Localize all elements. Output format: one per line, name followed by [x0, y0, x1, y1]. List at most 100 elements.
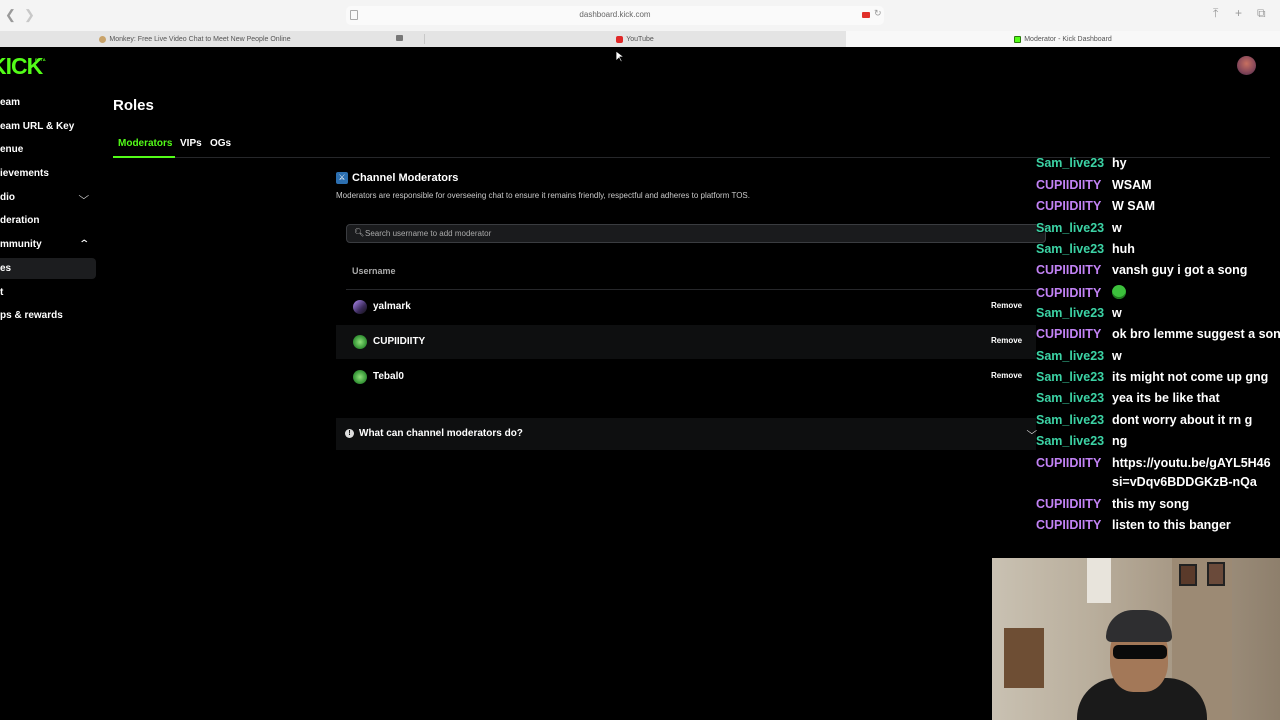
profile-avatar[interactable]	[1237, 56, 1256, 75]
chat-message: CUPIIDIITY vansh guy i got a song	[1036, 263, 1247, 278]
chat-message: Sam_live23 w	[1036, 221, 1122, 236]
chat-username: CUPIIDIITY	[1036, 178, 1102, 192]
chat-text: hy	[1112, 157, 1127, 170]
remove-button[interactable]: Remove	[991, 301, 1022, 310]
chat-text: dont worry about it rn g	[1112, 413, 1253, 427]
tab-bar: Monkey: Free Live Video Chat to Meet New…	[0, 31, 1280, 47]
beta-badge: BETA	[35, 57, 46, 62]
chat-text: listen to this banger	[1112, 518, 1231, 532]
sidebar-item-moderation[interactable]: deration	[0, 215, 39, 227]
moderator-username: yalmark	[373, 301, 411, 312]
remove-button[interactable]: Remove	[991, 371, 1022, 380]
reload-icon[interactable]: ↻	[874, 8, 882, 19]
moderator-username: CUPIIDIITY	[373, 336, 426, 347]
webcam-wall-frame	[1207, 562, 1225, 586]
webcam-shelf	[1004, 628, 1044, 688]
chat-text: si=vDqv6BDDGKzB-nQa	[1112, 475, 1257, 489]
chat-text: w	[1112, 349, 1122, 363]
chevron-down-icon[interactable]: ⌵	[78, 191, 89, 203]
chat-username: Sam_live23	[1036, 306, 1105, 320]
mouse-cursor-icon	[616, 51, 624, 63]
kick-emote-icon	[1112, 285, 1126, 299]
chat-message: Sam_live23 dont worry about it rn g	[1036, 413, 1252, 428]
table-row: CUPIIDIITY Remove	[336, 325, 1036, 359]
forward-arrow-icon[interactable]: ❯	[24, 8, 35, 22]
tab-title: Moderator - Kick Dashboard	[1024, 35, 1112, 43]
chat-message: Sam_live23 w	[1036, 306, 1122, 321]
webcam-feed	[992, 558, 1280, 720]
tab-kick-dashboard[interactable]: Moderator - Kick Dashboard	[846, 31, 1280, 47]
tab-ogs[interactable]: OGs	[210, 138, 231, 149]
avatar	[353, 370, 367, 384]
chat-text: ng	[1112, 434, 1128, 448]
sidebar-item-achievements[interactable]: ievements	[0, 168, 49, 180]
moderator-sword-icon: ⚔	[336, 172, 348, 184]
chat-text: w	[1112, 221, 1122, 235]
tab-moderators[interactable]: Moderators	[118, 138, 172, 149]
faq-accordion[interactable]: ! What can channel moderators do? ⌵	[336, 418, 1037, 450]
tab-vips[interactable]: VIPs	[180, 138, 202, 149]
chat-text: this my song	[1112, 497, 1190, 511]
chat-username: CUPIIDIITY	[1036, 497, 1102, 511]
tab-overview-icon[interactable]: ⧉	[1257, 6, 1266, 20]
chat-username: Sam_live23	[1036, 157, 1105, 170]
tab-title: YouTube	[626, 35, 654, 43]
sidebar-item-roles[interactable]: es	[0, 263, 11, 275]
moderator-search-box[interactable]: 🔍︎	[346, 224, 1046, 243]
webcam-hanging-shirt	[1087, 558, 1111, 603]
chat-text: ok bro lemme suggest a son	[1112, 327, 1280, 341]
chat-text: W SAM	[1112, 199, 1156, 213]
back-arrow-icon[interactable]: ❮	[5, 8, 16, 22]
chat-username: CUPIIDIITY	[1036, 199, 1102, 213]
tab-youtube[interactable]: YouTube	[425, 31, 845, 47]
chat-overlay: Sam_live23 hy CUPIIDIITY WSAM CUPIIDIITY W …	[1036, 157, 1280, 542]
sidebar-item-stream-url-key[interactable]: eam URL & Key	[0, 121, 74, 133]
sidebar-item-tips-rewards[interactable]: ps & rewards	[0, 310, 63, 322]
moderator-username: Tebal0	[373, 371, 404, 382]
avatar	[353, 300, 367, 314]
username-column-header: Username	[352, 266, 396, 276]
tab-title: Monkey: Free Live Video Chat to Meet New…	[109, 35, 291, 43]
sidebar-item-audio[interactable]: dio	[0, 192, 15, 204]
chat-text: huh	[1112, 242, 1135, 256]
sidebar-item-chat[interactable]: t	[0, 287, 3, 299]
table-row: Tebal0 Remove	[336, 360, 1036, 394]
sidebar-item-stream[interactable]: eam	[0, 97, 20, 109]
chat-message: Sam_live23 yea its be like that	[1036, 391, 1220, 406]
chat-message: CUPIIDIITY https://youtu.be/gAYL5H46	[1036, 456, 1271, 471]
chat-message: Sam_live23 its might not come up gng	[1036, 370, 1268, 385]
chat-username: Sam_live23	[1036, 370, 1105, 384]
chevron-up-icon[interactable]: ⌃	[78, 239, 90, 251]
chat-text: yea its be like that	[1112, 391, 1220, 405]
table-row: yalmark Remove	[336, 290, 1036, 324]
camera-recording-icon[interactable]	[862, 12, 870, 18]
camera-in-use-icon	[396, 35, 403, 41]
chat-username: CUPIIDIITY	[1036, 456, 1102, 470]
new-tab-icon[interactable]: +	[1235, 6, 1242, 20]
monkey-favicon-icon	[99, 35, 107, 43]
chat-message: CUPIIDIITY this my song	[1036, 497, 1189, 512]
chat-text: WSAM	[1112, 178, 1152, 192]
youtube-favicon-icon	[616, 35, 624, 43]
chat-text: w	[1112, 306, 1122, 320]
moderator-search-input[interactable]	[365, 227, 965, 240]
section-description: Moderators are responsible for overseein…	[336, 191, 750, 200]
active-tab-underline	[113, 156, 175, 158]
url-text: dashboard.kick.com	[579, 10, 651, 19]
chat-text: its might not come up gng	[1112, 370, 1269, 384]
webcam-person-beanie	[1106, 610, 1172, 642]
tab-monkey[interactable]: Monkey: Free Live Video Chat to Meet New…	[0, 31, 390, 47]
avatar	[353, 335, 367, 349]
sidebar-active-highlight	[0, 258, 96, 279]
address-bar[interactable]: dashboard.kick.com ↻	[346, 6, 884, 25]
chat-username: Sam_live23	[1036, 434, 1105, 448]
webcam-wall-frame	[1179, 564, 1197, 586]
chat-text: vansh guy i got a song	[1112, 263, 1248, 277]
share-icon[interactable]: ⤒	[1213, 6, 1218, 20]
chat-username: CUPIIDIITY	[1036, 327, 1102, 341]
chat-message: Sam_live23 w	[1036, 349, 1122, 364]
sidebar-item-revenue[interactable]: enue	[0, 144, 23, 156]
webcam-person-sunglasses	[1113, 645, 1167, 659]
sidebar-item-community[interactable]: mmunity	[0, 239, 42, 251]
remove-button[interactable]: Remove	[991, 336, 1022, 345]
